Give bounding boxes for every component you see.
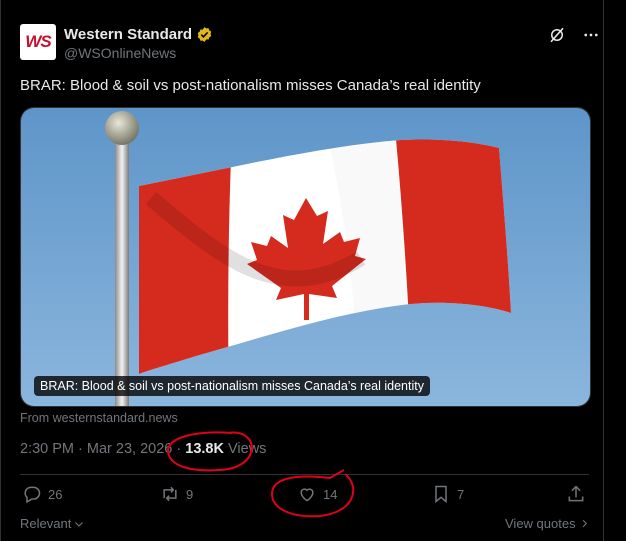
left-border <box>0 0 1 541</box>
repost-icon <box>163 486 177 502</box>
post-top-actions <box>546 24 602 46</box>
like-count: 14 <box>323 486 338 502</box>
author-name-row[interactable]: Western Standard <box>64 26 213 43</box>
meta-separator: · <box>78 441 83 457</box>
post-meta: 2:30 PM · Mar 23, 2026 · 13.8K Views <box>20 441 266 457</box>
views-count: 13.8K <box>185 441 224 457</box>
like-button[interactable]: 14 <box>297 484 337 504</box>
view-quotes-label: View quotes <box>505 516 576 531</box>
more-options-icon[interactable] <box>580 24 602 46</box>
meta-separator: · <box>176 441 182 457</box>
post-time[interactable]: 2:30 PM <box>20 441 74 457</box>
sort-label: Relevant <box>20 516 72 531</box>
link-source[interactable]: From westernstandard.news <box>20 411 178 425</box>
repost-count: 9 <box>186 486 194 502</box>
reply-count: 26 <box>48 486 63 502</box>
avatar[interactable]: WS <box>20 24 56 60</box>
share-button[interactable] <box>566 484 586 504</box>
author-handle[interactable]: @WSOnlineNews <box>64 45 176 61</box>
grok-icon[interactable] <box>546 24 568 46</box>
heart-icon <box>300 488 314 502</box>
views-label: Views <box>228 441 267 457</box>
reply-button[interactable]: 26 <box>22 484 62 504</box>
repost-button[interactable]: 9 <box>160 484 193 504</box>
avatar-logo-text: WS <box>25 32 51 51</box>
verified-badge-icon <box>197 27 212 42</box>
share-icon <box>568 485 584 502</box>
flag-image <box>21 108 590 406</box>
bookmark-count: 7 <box>457 486 465 502</box>
action-bar: 26 9 14 7 <box>20 484 589 508</box>
author-name[interactable]: Western Standard <box>64 26 192 43</box>
view-quotes-link[interactable]: View quotes <box>505 516 590 531</box>
sort-relevant-dropdown[interactable]: Relevant <box>20 516 85 531</box>
post-date[interactable]: Mar 23, 2026 <box>87 441 172 457</box>
chevron-down-icon <box>75 521 84 527</box>
chevron-right-icon <box>582 519 587 528</box>
link-preview-card[interactable]: BRAR: Blood & soil vs post-nationalism m… <box>20 107 591 407</box>
link-card-caption: BRAR: Blood & soil vs post-nationalism m… <box>34 376 430 396</box>
right-border <box>603 0 604 541</box>
divider <box>20 474 589 475</box>
reply-icon <box>24 486 41 504</box>
bookmark-button[interactable]: 7 <box>431 484 464 504</box>
bookmark-icon <box>435 485 447 504</box>
post-text: BRAR: Blood & soil vs post-nationalism m… <box>20 77 481 94</box>
